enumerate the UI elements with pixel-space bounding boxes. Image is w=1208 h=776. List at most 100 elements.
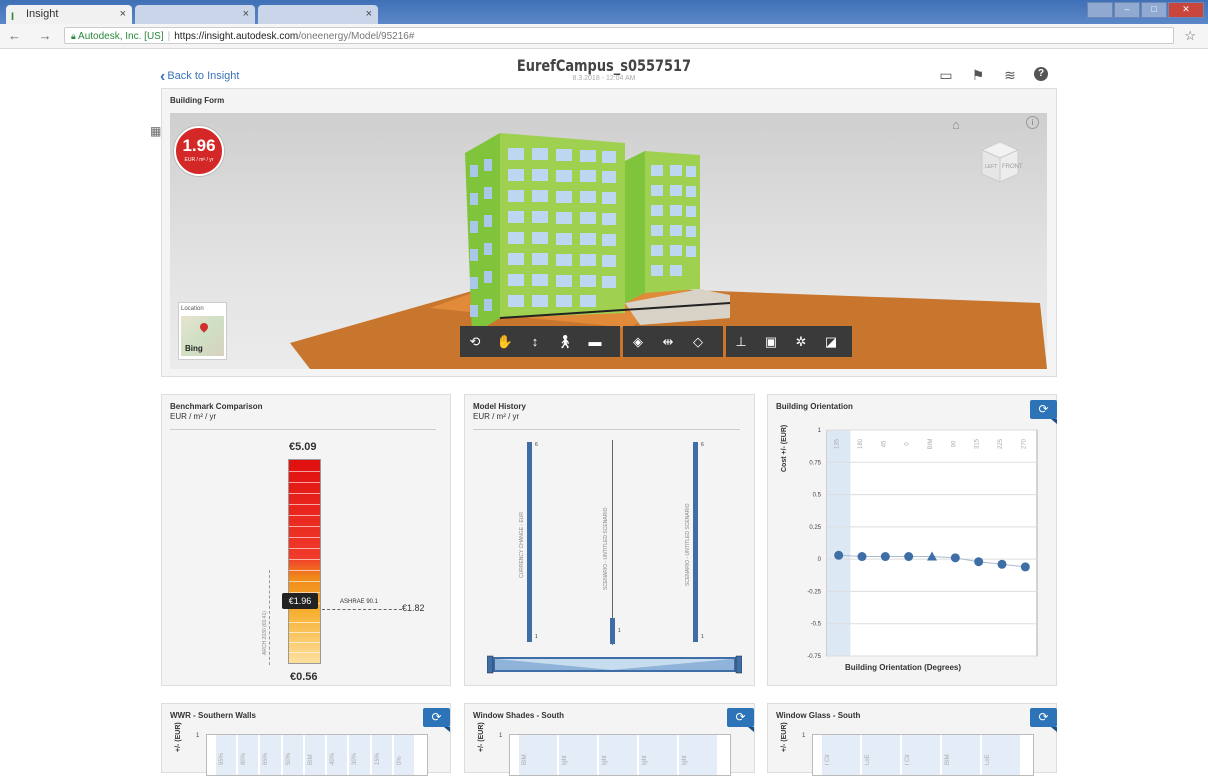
eui-badge[interactable]: 1.96 EUR / m² / yr — [174, 126, 224, 176]
data-point — [997, 559, 1007, 569]
glass-scenario-icon[interactable]: ⟳ — [1030, 708, 1057, 732]
current-value-marker[interactable]: €1.96 — [282, 593, 318, 609]
x-tick-label: 45 — [881, 440, 887, 447]
x-tick-label: ight — [642, 755, 648, 765]
y-tick-label: -0.5 — [811, 622, 822, 628]
tab-background-1[interactable]: × — [135, 5, 255, 24]
x-tick-label: 30% — [352, 752, 359, 765]
scale-segment-line — [289, 632, 320, 633]
panel-title: Window Shades - South — [473, 711, 565, 720]
tab-background-2[interactable]: × — [258, 5, 378, 24]
viewcube-left-label: LEFT — [985, 164, 997, 170]
highlight-band — [827, 430, 851, 656]
x-tick-label: 225 — [998, 438, 1004, 449]
orientation-xlabel: Building Orientation (Degrees) — [845, 663, 962, 672]
viewcube-icon[interactable]: LEFT FRONT — [976, 138, 1024, 186]
camera-icon[interactable]: ▬ — [580, 334, 610, 349]
y-tick-label: 0.75 — [809, 460, 821, 466]
y-axis-label: +/- (EUR) — [175, 722, 182, 752]
tab-insight[interactable]: I Insight × — [6, 5, 132, 24]
wwr-scenario-icon[interactable]: ⟳ — [423, 708, 450, 732]
data-point — [974, 557, 984, 567]
window-close-icon[interactable]: ✕ — [1168, 2, 1204, 18]
history-bar[interactable] — [693, 442, 698, 642]
home-icon[interactable]: ⌂ — [952, 117, 960, 132]
x-tick-label: 0% — [396, 756, 403, 765]
walk-icon[interactable]: 🚶︎ — [550, 334, 580, 350]
pan-icon[interactable]: ✋ — [490, 334, 520, 350]
orientation-scenario-icon[interactable]: ⟳ — [1030, 400, 1057, 424]
bookmark-star-icon[interactable]: ☆ — [1184, 28, 1196, 44]
settings-gear-icon[interactable]: ✲ — [786, 334, 816, 350]
history-bar[interactable] — [610, 618, 615, 644]
url-input[interactable]: 🔒︎ Autodesk, Inc. [US] | https://insight.a… — [64, 27, 1174, 44]
data-point — [904, 552, 914, 562]
compare-icon[interactable]: ▭ — [938, 67, 954, 84]
scale-segment-line — [289, 493, 320, 494]
nav-toolbar: ⟲ ✋ ↕ 🚶︎ ▬ — [460, 326, 620, 357]
tab-close-icon[interactable]: × — [243, 5, 249, 24]
history-timeline-slider[interactable] — [487, 651, 742, 678]
y-tick-label: 0 — [818, 557, 822, 563]
properties-icon[interactable]: ▣ — [756, 334, 786, 350]
bing-logo: Bing — [185, 344, 203, 353]
zoom-icon[interactable]: ↕ — [520, 334, 550, 349]
data-point — [834, 550, 844, 560]
map-thumbnail: Bing — [181, 316, 224, 356]
panel-unit: EUR / m² / yr — [170, 412, 217, 421]
fullscreen-icon[interactable]: ◪ — [816, 334, 846, 350]
x-tick-label: 80% — [241, 752, 248, 765]
window-minimize-icon[interactable]: – — [1114, 2, 1140, 18]
location-map[interactable]: Location Bing — [178, 302, 227, 360]
benchmark-bottom-value: €0.56 — [290, 671, 318, 683]
grid-view-icon[interactable]: ▦ — [150, 124, 161, 138]
y-tick-label: 0.25 — [809, 525, 821, 531]
window-user-icon[interactable] — [1087, 2, 1113, 18]
orientation-ylabel: Cost +/- (EUR) — [781, 424, 788, 472]
x-tick-label: 95% — [219, 752, 225, 765]
explode-icon[interactable]: ◈ — [623, 334, 653, 350]
measure-icon[interactable]: ⇹ — [653, 334, 683, 350]
history-bar-label: SCENARIO - UNTITLED SCENARIO — [603, 507, 609, 590]
help-icon[interactable]: ? — [1034, 67, 1048, 81]
category-band — [393, 735, 414, 775]
scale-segment-line — [289, 548, 320, 549]
y-tick-label: 1 — [499, 733, 503, 739]
tab-close-icon[interactable]: × — [366, 5, 372, 24]
benchmark-top-value: €5.09 — [289, 441, 317, 453]
scale-segment-line — [289, 482, 320, 483]
layers-icon[interactable]: ≋ — [1002, 67, 1018, 84]
data-point — [857, 552, 867, 562]
window-maximize-icon[interactable]: □ — [1141, 2, 1167, 18]
shades-scenario-icon[interactable]: ⟳ — [727, 708, 754, 732]
scale-segment-line — [289, 504, 320, 505]
ashrae-line — [322, 609, 402, 610]
history-center-line — [612, 440, 613, 645]
x-tick-label: 315 — [975, 438, 981, 449]
browser-tab-bar: I Insight × × × – □ ✕ — [0, 0, 1208, 24]
x-tick-label: 270 — [1021, 438, 1027, 449]
model-toolbar: ◈ ⇹ ◇ — [623, 326, 723, 357]
y-axis-label: +/- (EUR) — [781, 722, 788, 752]
section-icon[interactable]: ◇ — [683, 334, 713, 350]
flag-icon[interactable]: ⚑ — [970, 67, 986, 84]
x-tick-label: ight — [682, 755, 688, 765]
info-icon[interactable]: i — [1026, 116, 1039, 129]
y-tick-label: -0.25 — [807, 589, 821, 595]
scale-segment-line — [289, 515, 320, 516]
plot-area — [826, 429, 1038, 657]
panel-title: WWR - Southern Walls — [170, 711, 256, 720]
x-tick-label: ight — [562, 755, 568, 765]
history-bar-label: CURRENCY CHANGE - EUR — [519, 511, 525, 578]
model-browser-icon[interactable]: ⊥ — [726, 334, 756, 350]
history-bar[interactable] — [527, 442, 532, 642]
panel-title: Model History — [473, 402, 526, 411]
insight-favicon-icon: I — [11, 11, 15, 23]
url-host: https://insight.autodesk.com — [174, 31, 299, 42]
y-tick-label: 1 — [818, 428, 822, 434]
tab-close-icon[interactable]: × — [120, 5, 126, 24]
tab-label: Insight — [26, 8, 59, 20]
orientation-chart: 10.750.50.250-0.25-0.5-0.75135 180 45 0 BIM 9… — [807, 428, 1038, 660]
orbit-icon[interactable]: ⟲ — [460, 334, 490, 350]
lock-icon: 🔒︎ — [71, 31, 76, 41]
